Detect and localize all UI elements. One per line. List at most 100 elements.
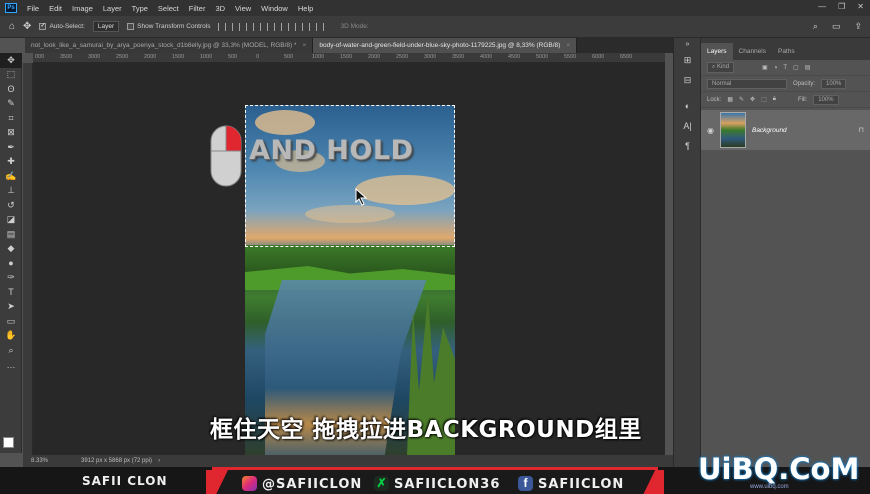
rectangle-tool-icon[interactable]: ▭ bbox=[0, 314, 22, 329]
cloud-shape bbox=[355, 175, 455, 205]
panel-tabs: Layers Channels Paths bbox=[701, 38, 870, 60]
kind-filter-dropdown[interactable]: ⌕ Kind bbox=[707, 62, 735, 73]
distribute-horizontal-icon[interactable] bbox=[316, 22, 325, 31]
align-left-icon[interactable] bbox=[218, 22, 227, 31]
cloud-shape bbox=[255, 110, 315, 135]
menu-filter[interactable]: Filter bbox=[184, 4, 211, 13]
visibility-eye-icon[interactable]: ◉ bbox=[707, 126, 714, 135]
filter-shape-icon[interactable]: ▢ bbox=[793, 64, 799, 71]
chevron-right-icon[interactable]: › bbox=[158, 458, 160, 464]
gradient-tool-icon[interactable]: ▤ bbox=[0, 227, 22, 242]
maximize-button[interactable]: ❐ bbox=[838, 2, 845, 11]
quick-select-tool-icon[interactable]: ✎ bbox=[0, 97, 22, 112]
close-icon[interactable]: × bbox=[303, 42, 307, 49]
eraser-tool-icon[interactable]: ◪ bbox=[0, 213, 22, 228]
adjustments-icon[interactable]: ◐ bbox=[674, 96, 701, 116]
close-button[interactable]: ✕ bbox=[857, 2, 864, 11]
hand-tool-icon[interactable]: ✋ bbox=[0, 329, 22, 344]
foreground-color-swatch[interactable] bbox=[3, 437, 14, 448]
auto-select-dropdown[interactable]: Layer bbox=[92, 21, 120, 32]
transform-controls-checkbox[interactable]: Show Transform Controls bbox=[127, 23, 210, 30]
workspace-icon[interactable]: ▭ bbox=[832, 21, 841, 32]
zoom-level[interactable]: 8.33% bbox=[31, 458, 71, 464]
dodge-tool-icon[interactable]: ● bbox=[0, 256, 22, 271]
eyedropper-tool-icon[interactable]: ✒ bbox=[0, 140, 22, 155]
lock-artboard-icon[interactable]: ⬚ bbox=[761, 96, 767, 103]
clone-stamp-tool-icon[interactable]: ⊥ bbox=[0, 184, 22, 199]
align-center-icon[interactable] bbox=[232, 22, 241, 31]
ruler-label: 500 bbox=[284, 54, 294, 60]
ruler-label: 6000 bbox=[592, 54, 605, 60]
menu-layer[interactable]: Layer bbox=[98, 4, 127, 13]
layer-row-background[interactable]: ◉ Background ⊓ bbox=[701, 110, 870, 150]
crop-tool-icon[interactable]: ⌗ bbox=[0, 111, 22, 126]
more-tools-icon[interactable]: … bbox=[0, 358, 22, 373]
lock-all-icon[interactable]: 🔒︎ bbox=[773, 96, 776, 103]
search-icon[interactable]: ⌕ bbox=[813, 21, 818, 32]
align-right-icon[interactable] bbox=[246, 22, 255, 31]
menu-type[interactable]: Type bbox=[127, 4, 153, 13]
blur-tool-icon[interactable]: ◆ bbox=[0, 242, 22, 257]
brush-tool-icon[interactable]: ✍ bbox=[0, 169, 22, 184]
menu-select[interactable]: Select bbox=[153, 4, 184, 13]
tab-water-field-document[interactable]: body-of-water-and-green-field-under-blue… bbox=[313, 38, 578, 53]
lasso-tool-icon[interactable]: ʘ bbox=[0, 82, 22, 97]
fill-input[interactable]: 100% bbox=[813, 94, 839, 105]
marquee-tool-icon[interactable]: ⬚ bbox=[0, 68, 22, 83]
menu-view[interactable]: View bbox=[230, 4, 256, 13]
history-icon[interactable]: ⊞ bbox=[674, 50, 701, 70]
collapse-icon[interactable]: » bbox=[674, 38, 701, 50]
character-icon[interactable]: A| bbox=[674, 116, 701, 136]
menu-3d[interactable]: 3D bbox=[210, 4, 230, 13]
lock-position-icon[interactable]: ✥ bbox=[750, 96, 755, 103]
tools-panel: ✥ ⬚ ʘ ✎ ⌗ ⊠ ✒ ✚ ✍ ⊥ ↺ ◪ ▤ ◆ ● ✑ T ➤ ▭ ✋ … bbox=[0, 53, 22, 453]
lock-transparent-icon[interactable]: ▦ bbox=[727, 96, 733, 103]
tab-channels[interactable]: Channels bbox=[733, 43, 772, 60]
filter-pixel-icon[interactable]: ▣ bbox=[762, 64, 768, 71]
ruler-label: 5500 bbox=[564, 54, 577, 60]
lock-image-icon[interactable]: ✎ bbox=[739, 96, 744, 103]
tab-layers[interactable]: Layers bbox=[701, 43, 733, 60]
home-icon[interactable]: ⌂ bbox=[9, 21, 15, 32]
site-watermark: UiBQ.CoM bbox=[698, 452, 860, 486]
menu-edit[interactable]: Edit bbox=[44, 4, 67, 13]
path-selection-tool-icon[interactable]: ➤ bbox=[0, 300, 22, 315]
ruler-label: 4500 bbox=[508, 54, 521, 60]
zoom-tool-icon[interactable]: ⌕ bbox=[0, 343, 22, 358]
properties-icon[interactable]: ⊟ bbox=[674, 70, 701, 90]
filter-type-icon[interactable]: T bbox=[783, 65, 787, 71]
canvas-area[interactable]: AND HOLD bbox=[33, 63, 665, 455]
opacity-input[interactable]: 100% bbox=[821, 78, 847, 89]
healing-brush-tool-icon[interactable]: ✚ bbox=[0, 155, 22, 170]
3d-mode-label: 3D Mode: bbox=[340, 23, 369, 30]
filter-adjustment-icon[interactable]: ◑ bbox=[774, 65, 778, 71]
tab-samurai-document[interactable]: not_look_like_a_samurai_by_arya_poenya_s… bbox=[25, 38, 314, 53]
menu-file[interactable]: File bbox=[22, 4, 44, 13]
align-middle-icon[interactable] bbox=[274, 22, 283, 31]
minimize-button[interactable]: — bbox=[818, 2, 826, 11]
move-tool-icon[interactable]: ✥ bbox=[23, 21, 31, 32]
auto-select-checkbox[interactable]: ✓ Auto-Select: bbox=[39, 23, 85, 30]
ruler-label: 2500 bbox=[396, 54, 409, 60]
history-brush-tool-icon[interactable]: ↺ bbox=[0, 198, 22, 213]
share-icon[interactable]: ⇪ bbox=[854, 21, 862, 32]
instagram-handle: @SAFIICLON bbox=[262, 477, 363, 492]
frame-tool-icon[interactable]: ⊠ bbox=[0, 126, 22, 141]
transform-controls-label: Show Transform Controls bbox=[137, 23, 211, 30]
distribute-icon[interactable] bbox=[302, 22, 311, 31]
layer-name[interactable]: Background bbox=[752, 127, 853, 134]
banner-wedge-left bbox=[206, 470, 228, 494]
menu-window[interactable]: Window bbox=[256, 4, 293, 13]
align-top-icon[interactable] bbox=[260, 22, 269, 31]
align-bottom-icon[interactable] bbox=[288, 22, 297, 31]
close-icon[interactable]: × bbox=[566, 42, 570, 49]
paragraph-icon[interactable]: ¶ bbox=[674, 136, 701, 156]
tab-paths[interactable]: Paths bbox=[772, 43, 801, 60]
filter-smart-object-icon[interactable]: ▤ bbox=[805, 64, 811, 71]
type-tool-icon[interactable]: T bbox=[0, 285, 22, 300]
move-tool-icon[interactable]: ✥ bbox=[0, 53, 22, 68]
menu-image[interactable]: Image bbox=[67, 4, 98, 13]
blend-mode-dropdown[interactable]: Normal bbox=[707, 78, 787, 89]
menu-help[interactable]: Help bbox=[293, 4, 318, 13]
pen-tool-icon[interactable]: ✑ bbox=[0, 271, 22, 286]
